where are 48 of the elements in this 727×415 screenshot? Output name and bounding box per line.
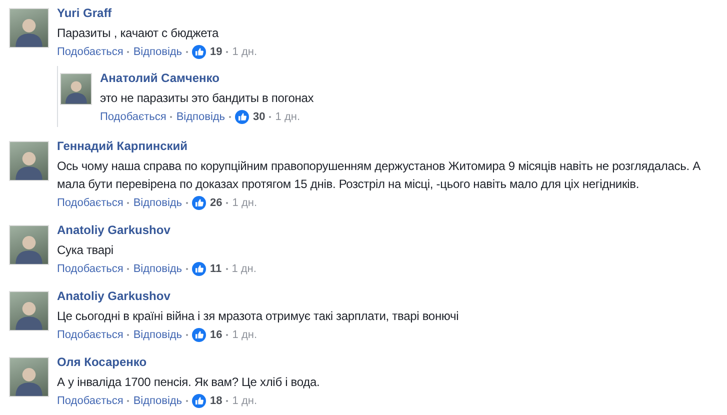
like-link[interactable]: Подобається (57, 393, 124, 409)
author-name[interactable]: Yuri Graff (57, 5, 725, 21)
comment-time: 1 дн. (232, 45, 258, 60)
comment-text: Сука тварі (57, 242, 114, 259)
reply-link[interactable]: Відповідь (133, 261, 182, 277)
author-name[interactable]: Оля Косаренко (57, 354, 725, 370)
author-name[interactable]: Анатолий Самченко (100, 70, 725, 86)
like-count: 30 (253, 110, 266, 125)
reply-link[interactable]: Відповідь (133, 393, 182, 409)
avatar[interactable] (9, 8, 49, 48)
comment-text: А у інваліда 1700 пенсія. Як вам? Це хліб і вода. (57, 374, 321, 391)
avatar[interactable] (9, 291, 49, 331)
thumbs-up-icon (235, 110, 250, 124)
comment-time: 1 дн. (232, 196, 258, 211)
avatar[interactable] (60, 73, 92, 105)
author-name[interactable]: Anatoliy Garkushov (57, 288, 725, 304)
thumbs-up-icon (192, 328, 206, 342)
reply-link[interactable]: Відповідь (133, 44, 182, 60)
reply-link[interactable]: Відповідь (133, 195, 182, 211)
comment-text: Паразиты , качают с бюджета (57, 25, 220, 42)
avatar[interactable] (9, 357, 49, 397)
comment-text: Це сьогодні в країні війна і зя мразота отримує такі зарплати, тварі вонючі (57, 308, 460, 325)
comment-text: Ось чому наша справа по корупційним правопорушенням держустанов Житомира 9 місяців навіть не розглядалась. А мала бути перевірена по доказах протягом 15 днів. Розстріл на місці, -цього навіть мало для ціх негідників. (57, 158, 702, 193)
comment-text: это не паразиты это бандиты в погонах (100, 90, 315, 107)
author-name[interactable]: Геннадий Карпинский (57, 138, 725, 154)
like-count: 19 (210, 45, 222, 60)
like-link[interactable]: Подобається (57, 327, 124, 343)
thumbs-up-icon (192, 45, 206, 59)
like-count: 16 (210, 328, 222, 343)
reply-link[interactable]: Відповідь (133, 327, 182, 343)
like-count: 26 (210, 196, 222, 211)
avatar[interactable] (9, 141, 49, 181)
like-link[interactable]: Подобається (57, 261, 124, 277)
like-count: 11 (210, 262, 222, 277)
like-link[interactable]: Подобається (57, 195, 124, 211)
comment-time: 1 дн. (275, 110, 300, 125)
comment-time: 1 дн. (232, 262, 256, 277)
thumbs-up-icon (192, 196, 206, 210)
thumbs-up-icon (192, 262, 206, 276)
avatar[interactable] (9, 225, 49, 265)
like-count: 18 (210, 394, 222, 409)
like-link[interactable]: Подобається (57, 44, 124, 60)
like-link[interactable]: Подобається (100, 109, 166, 125)
author-name[interactable]: Anatoliy Garkushov (57, 222, 725, 238)
comment-time: 1 дн. (232, 394, 258, 409)
thumbs-up-icon (192, 394, 206, 408)
comment-time: 1 дн. (232, 328, 258, 343)
reply-link[interactable]: Відповідь (176, 109, 226, 125)
